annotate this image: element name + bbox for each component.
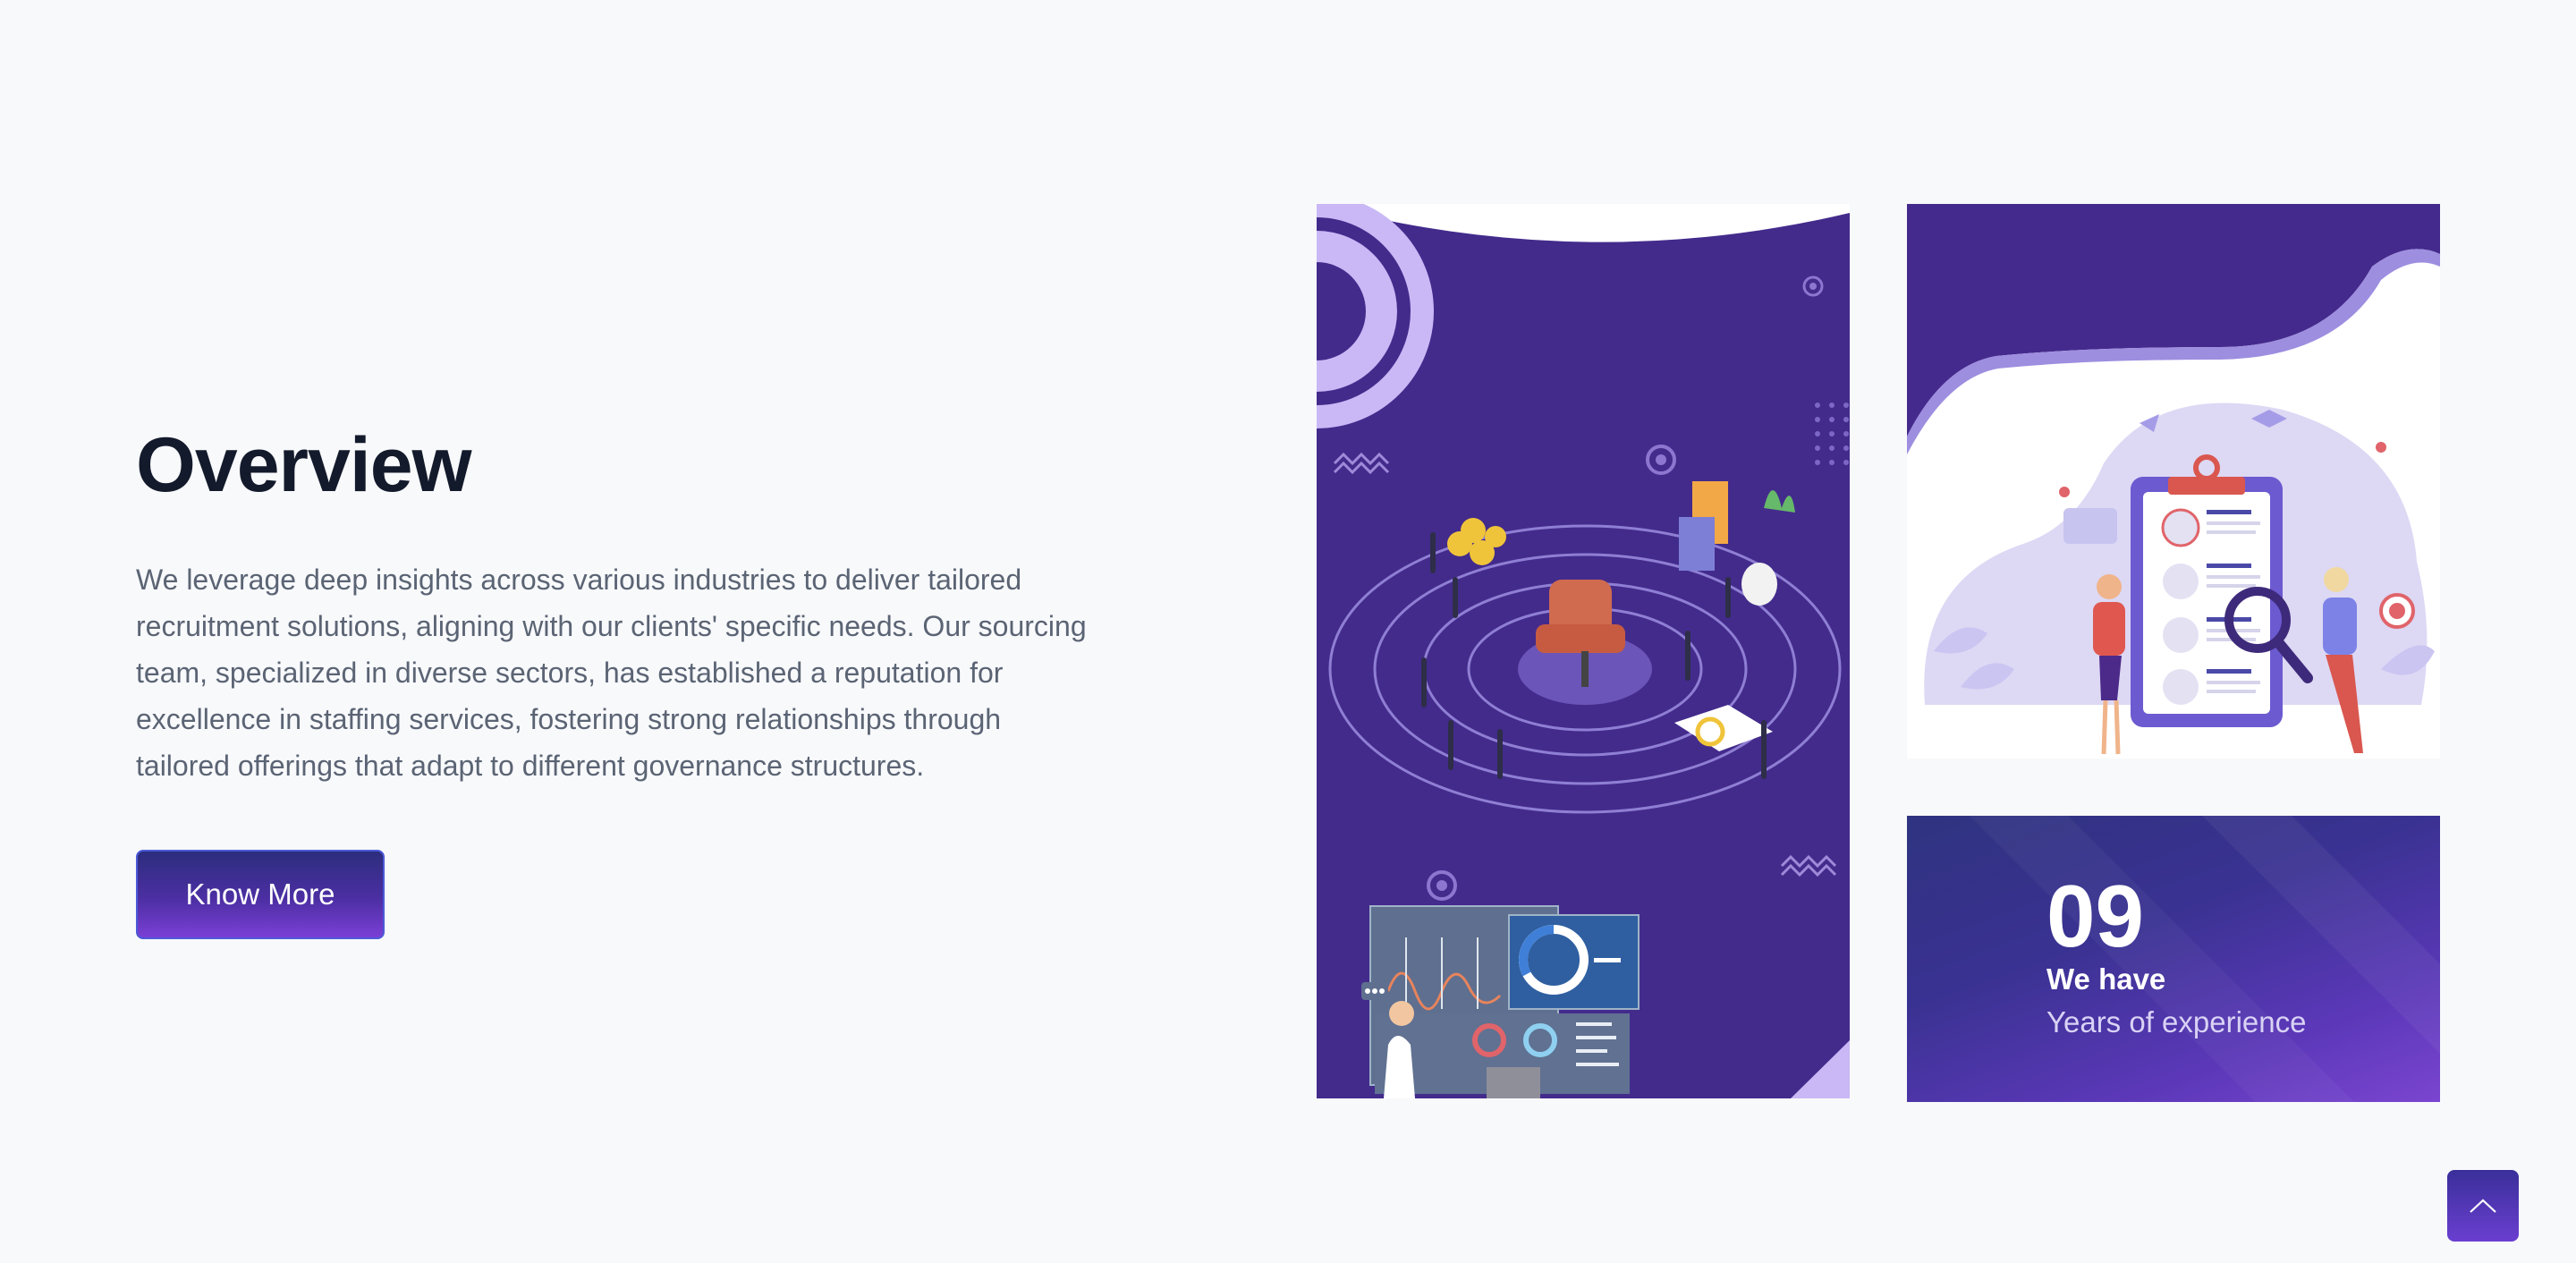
scroll-to-top-button[interactable] bbox=[2447, 1170, 2519, 1242]
stats-background-pattern bbox=[1970, 816, 2440, 1102]
stats-heading: We have bbox=[2046, 962, 2166, 996]
illustration-office-card bbox=[1317, 204, 1850, 1098]
overview-description: We leverage deep insights across various… bbox=[136, 564, 1087, 782]
overview-title: Overview bbox=[136, 422, 471, 508]
experience-stats-card: 09 We have Years of experience bbox=[1907, 816, 2440, 1102]
illustration-recruitment-card bbox=[1907, 204, 2440, 759]
recruitment-illustration bbox=[1907, 204, 2440, 755]
chevron-up-icon bbox=[2470, 1199, 2496, 1213]
office-illustration bbox=[1317, 204, 1850, 1098]
stats-caption: Years of experience bbox=[2046, 1005, 2307, 1038]
overview-text-block: Overview We leverage deep insights acros… bbox=[136, 420, 1102, 789]
know-more-button[interactable]: Know More bbox=[136, 850, 385, 939]
stats-number: 09 bbox=[2046, 867, 2145, 965]
